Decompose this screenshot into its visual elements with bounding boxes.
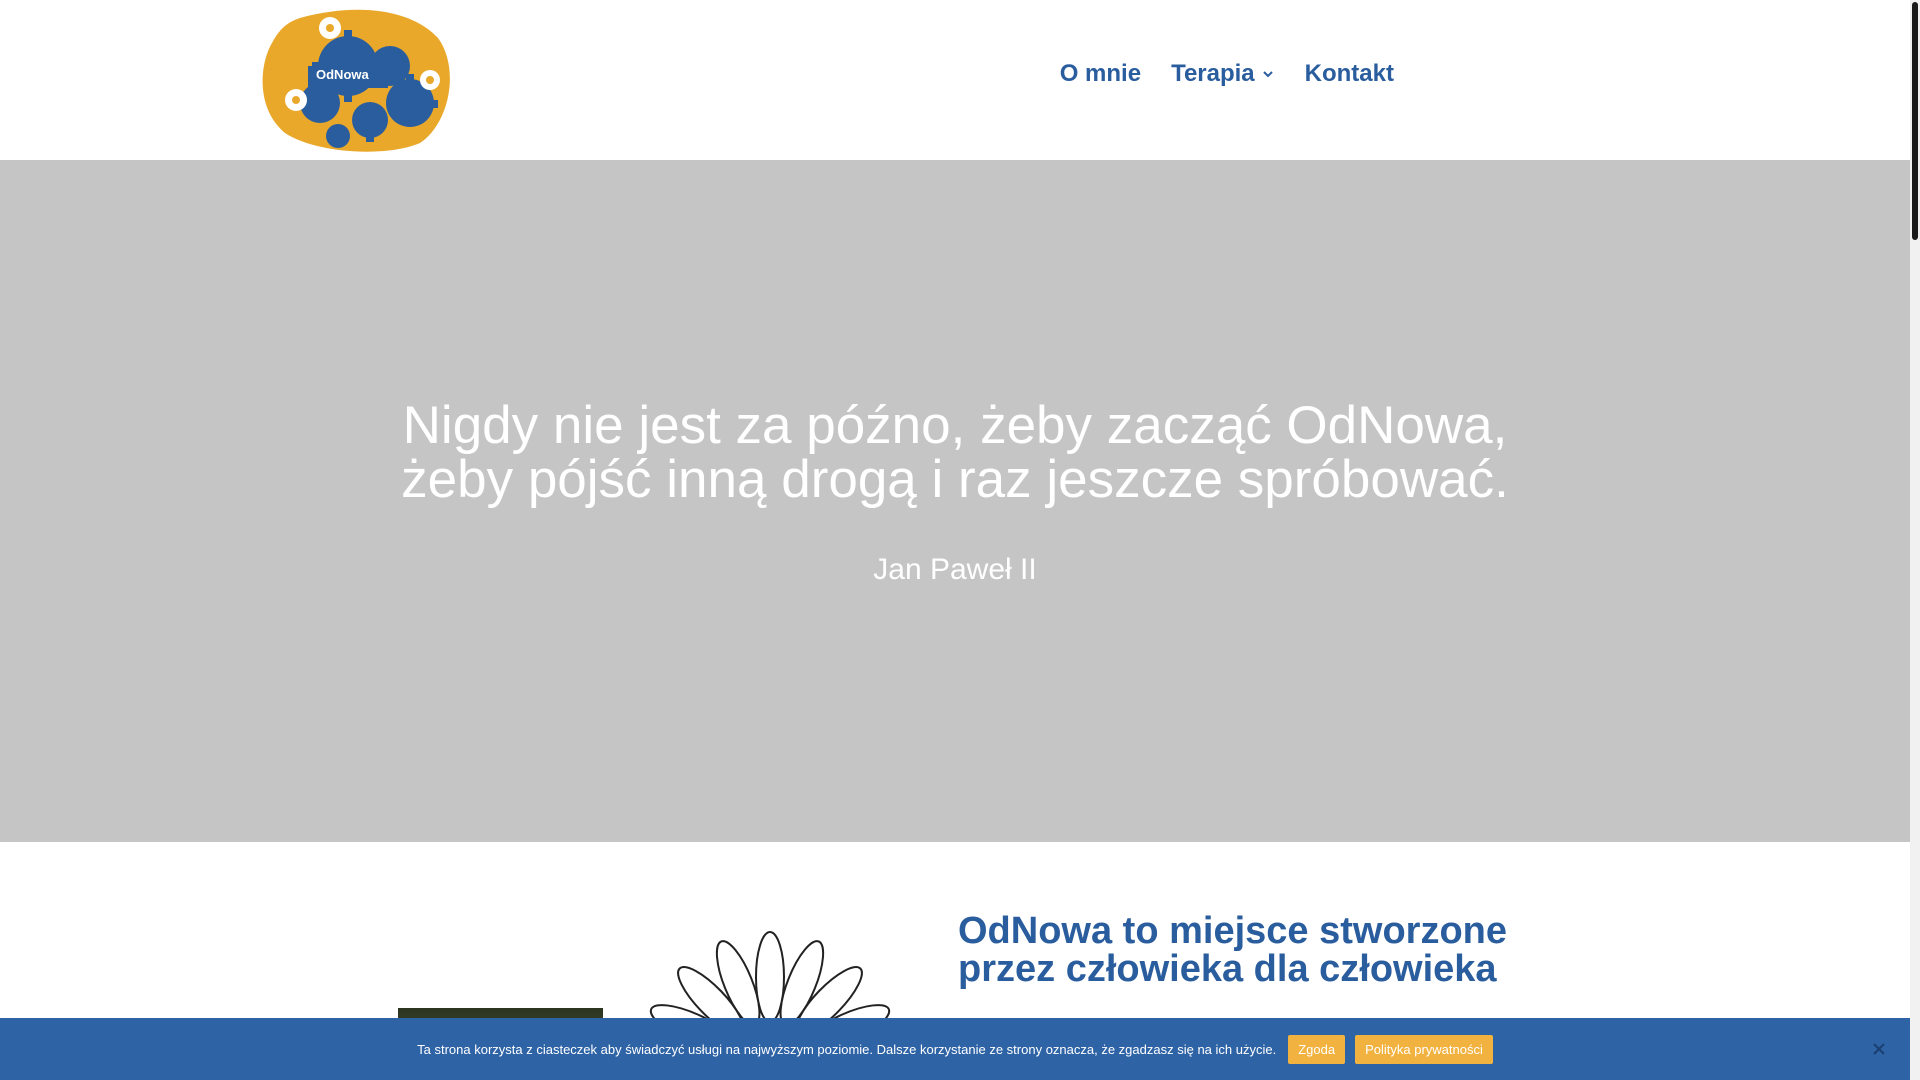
hero-quote-line-2: żeby pójść inną drogą i raz jeszcze spró…	[401, 450, 1509, 509]
nav-item-terapia[interactable]: Terapia	[1171, 60, 1275, 88]
cookie-notice-text: Ta strona korzysta z ciasteczek aby świa…	[417, 1041, 1277, 1057]
main-nav: O mnie Terapia Kontakt	[1060, 60, 1394, 88]
scrollbar-thumb[interactable]	[1912, 2, 1918, 240]
cookie-notice-bar: Ta strona korzysta z ciasteczek aby świa…	[0, 1018, 1910, 1080]
nav-item-o-mnie[interactable]: O mnie	[1060, 60, 1141, 88]
nav-item-kontakt[interactable]: Kontakt	[1305, 60, 1394, 88]
chevron-down-icon	[1262, 71, 1273, 78]
intro-heading-line-1: OdNowa to miejsce stworzone	[958, 910, 1507, 952]
site-header: OdNowa O mnie Terapia Kontakt	[0, 0, 1910, 160]
page-scrollbar[interactable]	[1910, 0, 1920, 1080]
hero-quote: Nigdy nie jest za późno, żeby zacząć OdN…	[0, 399, 1910, 507]
nav-label: O mnie	[1059, 60, 1142, 87]
hero-section: Nigdy nie jest za późno, żeby zacząć OdN…	[0, 160, 1910, 842]
logo-wordmark: OdNowa	[316, 67, 369, 82]
close-icon[interactable]	[1871, 1041, 1887, 1057]
intro-heading: OdNowa to miejsce stworzone przez człowi…	[958, 912, 1578, 988]
site-logo[interactable]: OdNowa	[260, 8, 456, 153]
intro-heading-line-2: przez człowieka dla człowieka	[958, 948, 1497, 990]
privacy-policy-button[interactable]: Polityka prywatności	[1355, 1034, 1493, 1064]
nav-label: Kontakt	[1304, 60, 1394, 87]
hero-quote-line-1: Nigdy nie jest za późno, żeby zacząć OdN…	[402, 396, 1508, 455]
hero-author: Jan Paweł II	[873, 553, 1037, 586]
nav-label: Terapia	[1171, 60, 1255, 87]
cookie-accept-button[interactable]: Zgoda	[1288, 1034, 1346, 1064]
